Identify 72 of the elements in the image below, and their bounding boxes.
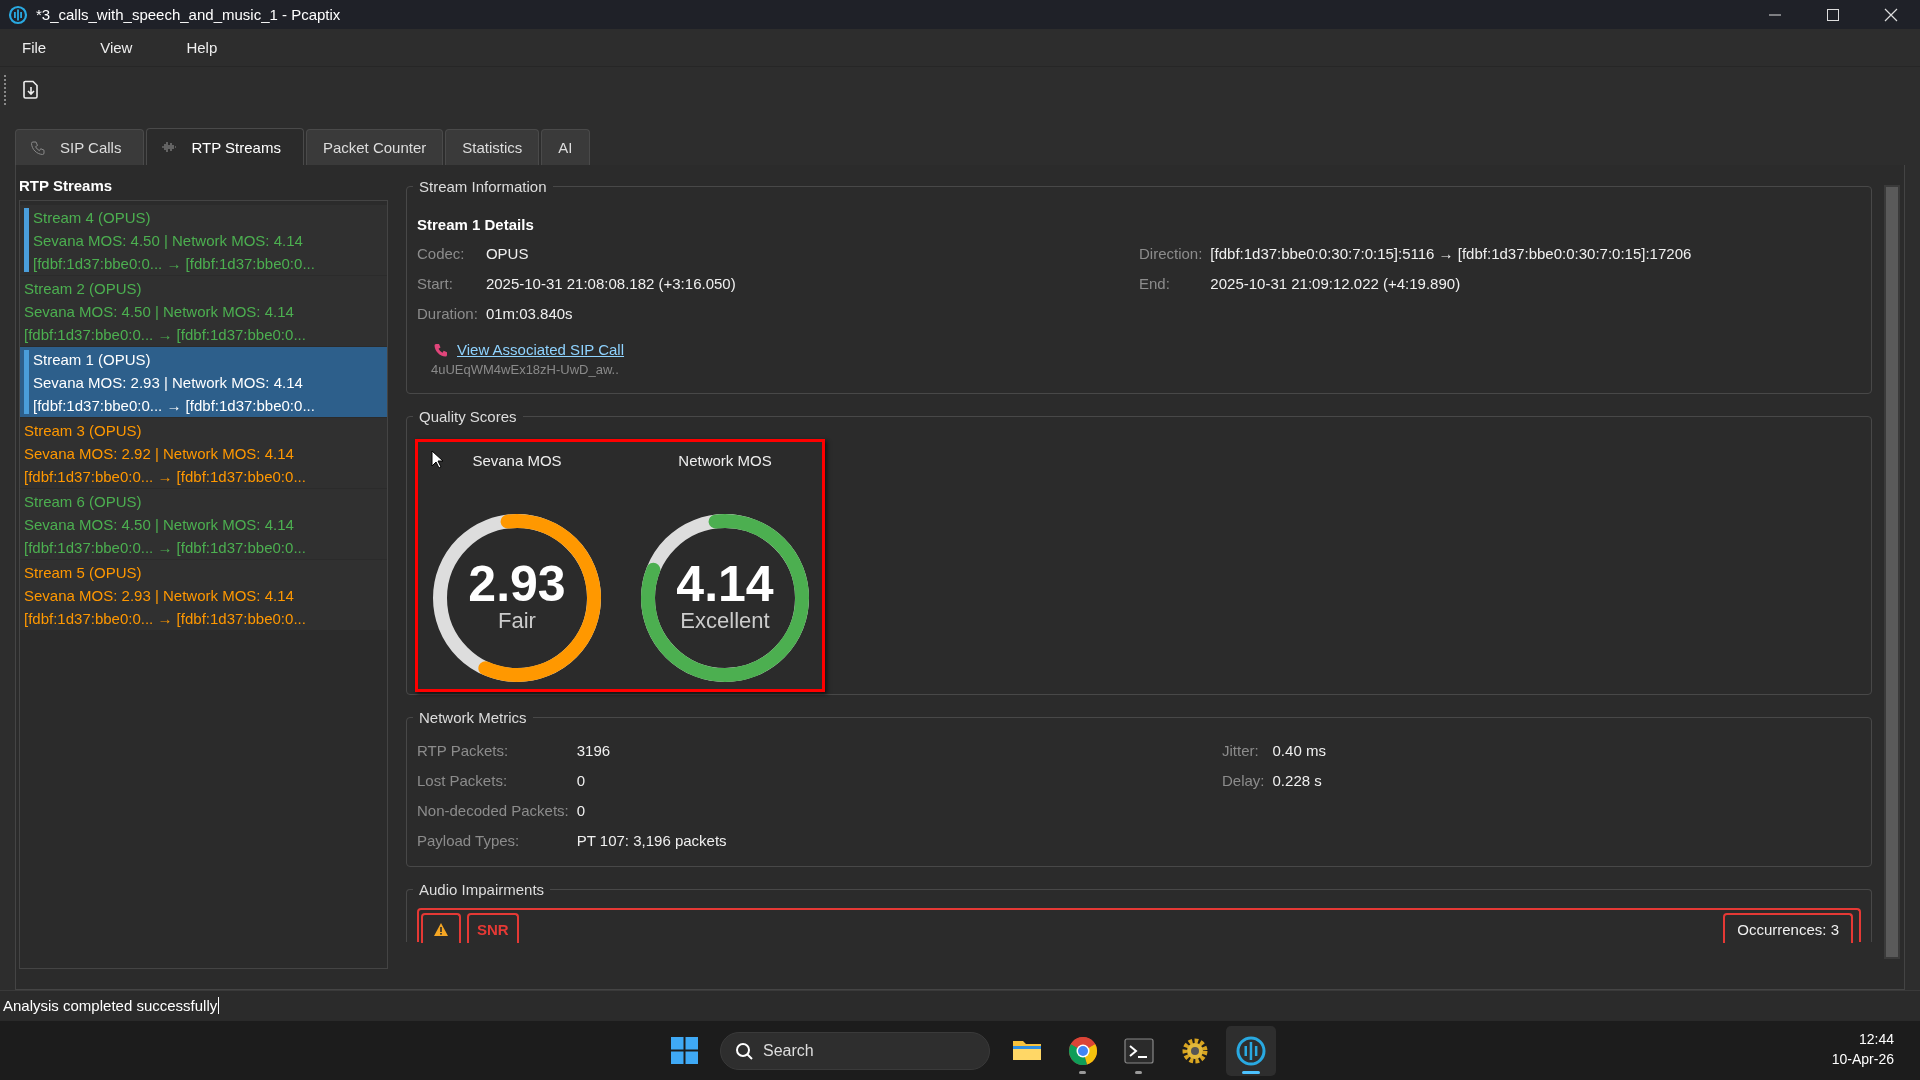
waveform-icon (161, 139, 178, 155)
clock-date: 10-Apr-26 (1831, 1050, 1894, 1069)
field-value: 3196 (576, 741, 612, 761)
windows-logo-icon (669, 1036, 699, 1065)
field-value: 0 (576, 801, 587, 821)
gauge-title: Sevana MOS (472, 452, 562, 471)
stream-item[interactable]: Stream 6 (OPUS) Sevana MOS: 4.50 | Network MOS: 4.14 [fdbf:1d37:bbe0:0... → [fdbf:1d37:bbe0:0... (20, 489, 387, 559)
warning-icon (433, 921, 449, 937)
impairment-type: SNR (467, 913, 519, 943)
field-value: PT 107: 3,196 packets (576, 831, 728, 851)
sip-call-link[interactable]: View Associated SIP Call (457, 341, 625, 358)
field-value: 2025-10-31 21:08:08.182 (+3:16.050) (485, 274, 737, 294)
section-title: Network Metrics (418, 709, 528, 726)
scrollbar[interactable] (1884, 185, 1900, 959)
taskbar-app[interactable] (1226, 1025, 1276, 1076)
tab[interactable]: Packet Counter (305, 129, 444, 165)
field-label: Codec: (417, 244, 466, 264)
panel-title: RTP Streams (19, 177, 114, 194)
search-field[interactable]: Search (720, 1031, 990, 1070)
occurrences-count: Occurrences: 3 (1723, 913, 1853, 943)
gauge-value: 4.14 (676, 559, 774, 609)
app-logo-icon (1235, 1034, 1267, 1067)
tab[interactable]: Statistics (445, 129, 540, 165)
field-value: 0.228 s (1272, 771, 1323, 791)
search-icon (735, 1041, 753, 1060)
search-placeholder: Search (763, 1041, 814, 1060)
close-icon (1884, 7, 1898, 22)
details-heading: Stream 1 Details (417, 215, 535, 235)
section-title: Stream Information (418, 178, 548, 195)
field-value: OPUS (485, 244, 530, 264)
mouse-cursor-icon (431, 450, 445, 470)
stream-item[interactable]: Stream 2 (OPUS) Sevana MOS: 4.50 | Network MOS: 4.14 [fdbf:1d37:bbe0:0... → [fdbf:1d37:bbe0:0... (20, 276, 387, 346)
field-label: End: (1139, 274, 1171, 294)
field-label: Jitter: (1222, 741, 1260, 761)
gauge-title: Network MOS (678, 452, 772, 471)
section-title: Quality Scores (418, 408, 518, 425)
field-value: [fdbf:1d37:bbe0:0:30:7:0:15]:5116 → [fdbf:1d37:bbe0:0:30:7:0:15]:17206 (1210, 244, 1693, 264)
call-id: 4uUEqWM4wEx18zH-UwD_aw.. (431, 362, 620, 377)
maximize-icon (1826, 7, 1840, 22)
minimize-icon (1768, 13, 1782, 16)
file-download-icon (22, 80, 40, 100)
field-value: 0 (576, 771, 587, 791)
stream-item[interactable]: Stream 3 (OPUS) Sevana MOS: 2.92 | Network MOS: 4.14 [fdbf:1d37:bbe0:0... → [fdbf:1d37:bbe0:0... (20, 418, 387, 488)
gauge-value: 2.93 (468, 559, 566, 609)
field-label: Delay: (1222, 771, 1265, 791)
field-value: 0.40 ms (1272, 741, 1326, 761)
field-label: Direction: (1139, 244, 1203, 264)
phone-icon (433, 341, 449, 358)
browser-icon (1067, 1034, 1099, 1067)
menu-item[interactable]: File (10, 35, 59, 60)
field-label: RTP Packets: (417, 741, 510, 761)
clock-time: 12:44 (1858, 1030, 1894, 1049)
window-title: *3_calls_with_speech_and_music_1 - Pcaptix (36, 6, 341, 23)
field-label: Duration: (417, 304, 478, 324)
field-label: Start: (417, 274, 454, 294)
app-logo-icon (8, 4, 28, 25)
field-value: 01m:03.840s (485, 304, 574, 324)
menu-item[interactable]: Help (174, 35, 230, 60)
tab[interactable]: RTP Streams (146, 128, 304, 165)
menu-item[interactable]: View (88, 35, 145, 60)
tab[interactable]: SIP Calls (15, 129, 145, 165)
field-label: Payload Types: (417, 831, 521, 851)
gauge-rating: Excellent (680, 609, 770, 633)
gauge-rating: Fair (498, 609, 536, 633)
field-label: Lost Packets: (417, 771, 509, 791)
tab[interactable]: AI (541, 129, 590, 165)
field-label: Non-decoded Packets: (417, 801, 569, 821)
stream-item[interactable]: Stream 5 (OPUS) Sevana MOS: 2.93 | Network MOS: 4.14 [fdbf:1d37:bbe0:0... → [fdbf:1d37:bbe0:0... (20, 560, 387, 630)
section-title: Audio Impairments (418, 881, 546, 898)
phone-icon (30, 139, 46, 156)
field-value: 2025-10-31 21:09:12.022 (+4:19.890) (1210, 274, 1462, 294)
status-message: Analysis completed successfully (0, 997, 220, 1014)
